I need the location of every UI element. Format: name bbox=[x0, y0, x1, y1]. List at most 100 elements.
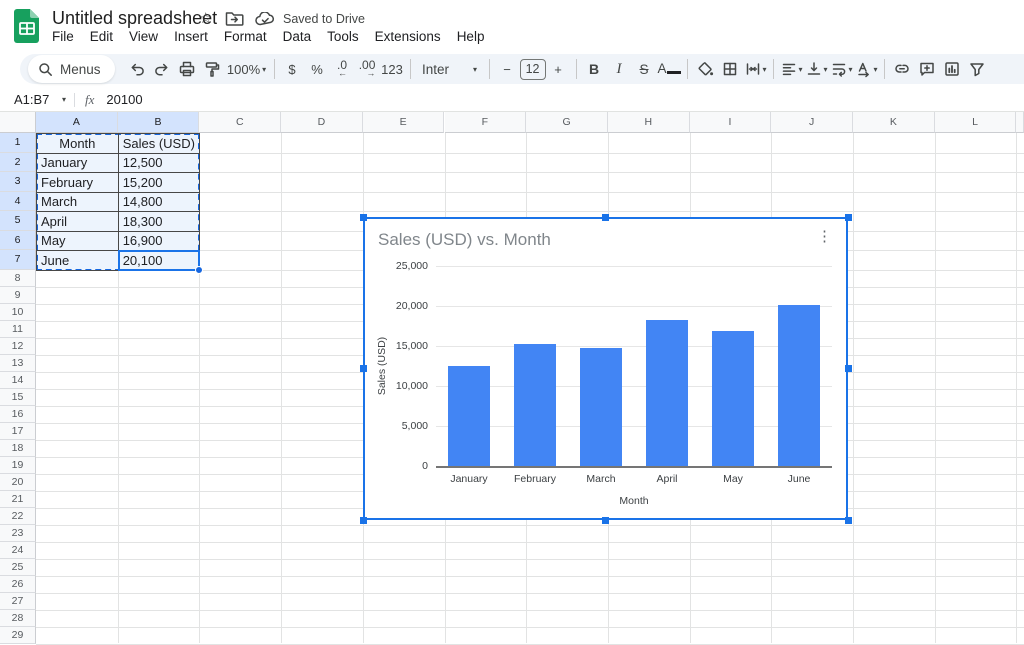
redo-button[interactable] bbox=[150, 56, 175, 82]
formula-input[interactable]: 20100 bbox=[106, 92, 142, 107]
row-header-23[interactable]: 23 bbox=[0, 525, 36, 542]
decrease-font-size-button[interactable]: − bbox=[495, 56, 520, 82]
cell-B2[interactable]: 12,500 bbox=[118, 153, 201, 174]
cell-A4[interactable]: March bbox=[36, 192, 119, 213]
paint-format-button[interactable] bbox=[200, 56, 225, 82]
menu-format[interactable]: Format bbox=[216, 27, 275, 46]
row-header-18[interactable]: 18 bbox=[0, 440, 36, 457]
column-header-partial[interactable] bbox=[1016, 112, 1024, 133]
chevron-down-icon[interactable]: ▾ bbox=[62, 95, 66, 104]
column-header-L[interactable]: L bbox=[935, 112, 1017, 133]
create-filter-button[interactable] bbox=[965, 56, 990, 82]
column-header-C[interactable]: C bbox=[199, 112, 281, 133]
chart-resize-handle[interactable] bbox=[845, 365, 852, 372]
insert-link-button[interactable] bbox=[890, 56, 915, 82]
text-wrap-button[interactable]: ▾ bbox=[829, 56, 854, 82]
font-size-input[interactable]: 12 bbox=[520, 56, 546, 82]
strikethrough-button[interactable]: S bbox=[632, 56, 657, 82]
chart-resize-handle[interactable] bbox=[845, 214, 852, 221]
cell-B5[interactable]: 18,300 bbox=[118, 211, 201, 232]
more-formats-button[interactable]: 123 bbox=[380, 56, 405, 82]
row-header-17[interactable]: 17 bbox=[0, 423, 36, 440]
name-box[interactable]: A1:B7 bbox=[0, 92, 62, 107]
row-header-2[interactable]: 2 bbox=[0, 153, 36, 173]
column-header-B[interactable]: B bbox=[118, 112, 200, 133]
menu-tools[interactable]: Tools bbox=[319, 27, 367, 46]
cell-A1[interactable]: Month bbox=[36, 133, 119, 154]
row-header-6[interactable]: 6 bbox=[0, 231, 36, 251]
print-button[interactable] bbox=[175, 56, 200, 82]
horizontal-align-button[interactable]: ▾ bbox=[779, 56, 804, 82]
row-header-28[interactable]: 28 bbox=[0, 610, 36, 627]
zoom-select[interactable]: 100% ▾ bbox=[225, 56, 269, 82]
embedded-chart[interactable]: Sales (USD) vs. Month ⋮ 05,00010,00015,0… bbox=[363, 217, 848, 520]
sheets-logo-icon[interactable] bbox=[13, 8, 41, 44]
cell-B4[interactable]: 14,800 bbox=[118, 192, 201, 213]
row-header-25[interactable]: 25 bbox=[0, 559, 36, 576]
document-title[interactable]: Untitled spreadsheet bbox=[52, 8, 217, 29]
row-header-11[interactable]: 11 bbox=[0, 321, 36, 338]
format-currency-button[interactable]: $ bbox=[280, 56, 305, 82]
row-header-12[interactable]: 12 bbox=[0, 338, 36, 355]
chart-resize-handle[interactable] bbox=[602, 214, 609, 221]
row-header-19[interactable]: 19 bbox=[0, 457, 36, 474]
chart-resize-handle[interactable] bbox=[360, 365, 367, 372]
text-color-button[interactable]: A bbox=[657, 56, 682, 82]
chart-resize-handle[interactable] bbox=[845, 517, 852, 524]
cell-B1[interactable]: Sales (USD) bbox=[118, 133, 201, 154]
row-header-21[interactable]: 21 bbox=[0, 491, 36, 508]
saved-status[interactable]: Saved to Drive bbox=[283, 12, 365, 26]
column-header-E[interactable]: E bbox=[363, 112, 445, 133]
cell-A7[interactable]: June bbox=[36, 250, 119, 271]
italic-button[interactable]: I bbox=[607, 56, 632, 82]
row-header-3[interactable]: 3 bbox=[0, 172, 36, 192]
cell-B6[interactable]: 16,900 bbox=[118, 231, 201, 252]
move-folder-button[interactable] bbox=[225, 11, 244, 26]
row-header-1[interactable]: 1 bbox=[0, 133, 36, 153]
increase-decimal-button[interactable]: .00→ bbox=[355, 56, 380, 82]
insert-chart-button[interactable] bbox=[940, 56, 965, 82]
column-header-G[interactable]: G bbox=[526, 112, 608, 133]
chart-resize-handle[interactable] bbox=[360, 214, 367, 221]
undo-button[interactable] bbox=[125, 56, 150, 82]
column-header-F[interactable]: F bbox=[445, 112, 527, 133]
menu-view[interactable]: View bbox=[121, 27, 166, 46]
cell-A5[interactable]: April bbox=[36, 211, 119, 232]
menu-file[interactable]: File bbox=[44, 27, 82, 46]
fill-color-button[interactable] bbox=[693, 56, 718, 82]
row-header-26[interactable]: 26 bbox=[0, 576, 36, 593]
row-header-27[interactable]: 27 bbox=[0, 593, 36, 610]
row-header-7[interactable]: 7 bbox=[0, 250, 36, 270]
bold-button[interactable]: B bbox=[582, 56, 607, 82]
menus-search-button[interactable]: Menus bbox=[28, 55, 115, 83]
cell-B7[interactable]: 20,100 bbox=[118, 250, 201, 271]
column-header-K[interactable]: K bbox=[853, 112, 935, 133]
cell-A2[interactable]: January bbox=[36, 153, 119, 174]
row-header-5[interactable]: 5 bbox=[0, 211, 36, 231]
vertical-align-button[interactable]: ▾ bbox=[804, 56, 829, 82]
menu-extensions[interactable]: Extensions bbox=[367, 27, 449, 46]
decrease-decimal-button[interactable]: .0← bbox=[330, 56, 355, 82]
menu-insert[interactable]: Insert bbox=[166, 27, 216, 46]
cell-A3[interactable]: February bbox=[36, 172, 119, 193]
merge-cells-button[interactable]: ▾ bbox=[743, 56, 768, 82]
borders-button[interactable] bbox=[718, 56, 743, 82]
cell-A6[interactable]: May bbox=[36, 231, 119, 252]
chart-resize-handle[interactable] bbox=[602, 517, 609, 524]
column-header-A[interactable]: A bbox=[36, 112, 118, 133]
insert-comment-button[interactable] bbox=[915, 56, 940, 82]
row-header-4[interactable]: 4 bbox=[0, 192, 36, 212]
row-header-29[interactable]: 29 bbox=[0, 627, 36, 644]
increase-font-size-button[interactable]: + bbox=[546, 56, 571, 82]
menu-data[interactable]: Data bbox=[275, 27, 320, 46]
row-header-8[interactable]: 8 bbox=[0, 270, 36, 287]
format-percent-button[interactable]: % bbox=[305, 56, 330, 82]
row-header-24[interactable]: 24 bbox=[0, 542, 36, 559]
select-all-corner[interactable] bbox=[0, 112, 36, 133]
row-header-13[interactable]: 13 bbox=[0, 355, 36, 372]
font-family-select[interactable]: Inter ▾ bbox=[416, 56, 484, 82]
column-header-H[interactable]: H bbox=[608, 112, 690, 133]
row-header-14[interactable]: 14 bbox=[0, 372, 36, 389]
text-rotation-button[interactable]: ▾ bbox=[854, 56, 879, 82]
fill-handle[interactable] bbox=[195, 266, 203, 274]
